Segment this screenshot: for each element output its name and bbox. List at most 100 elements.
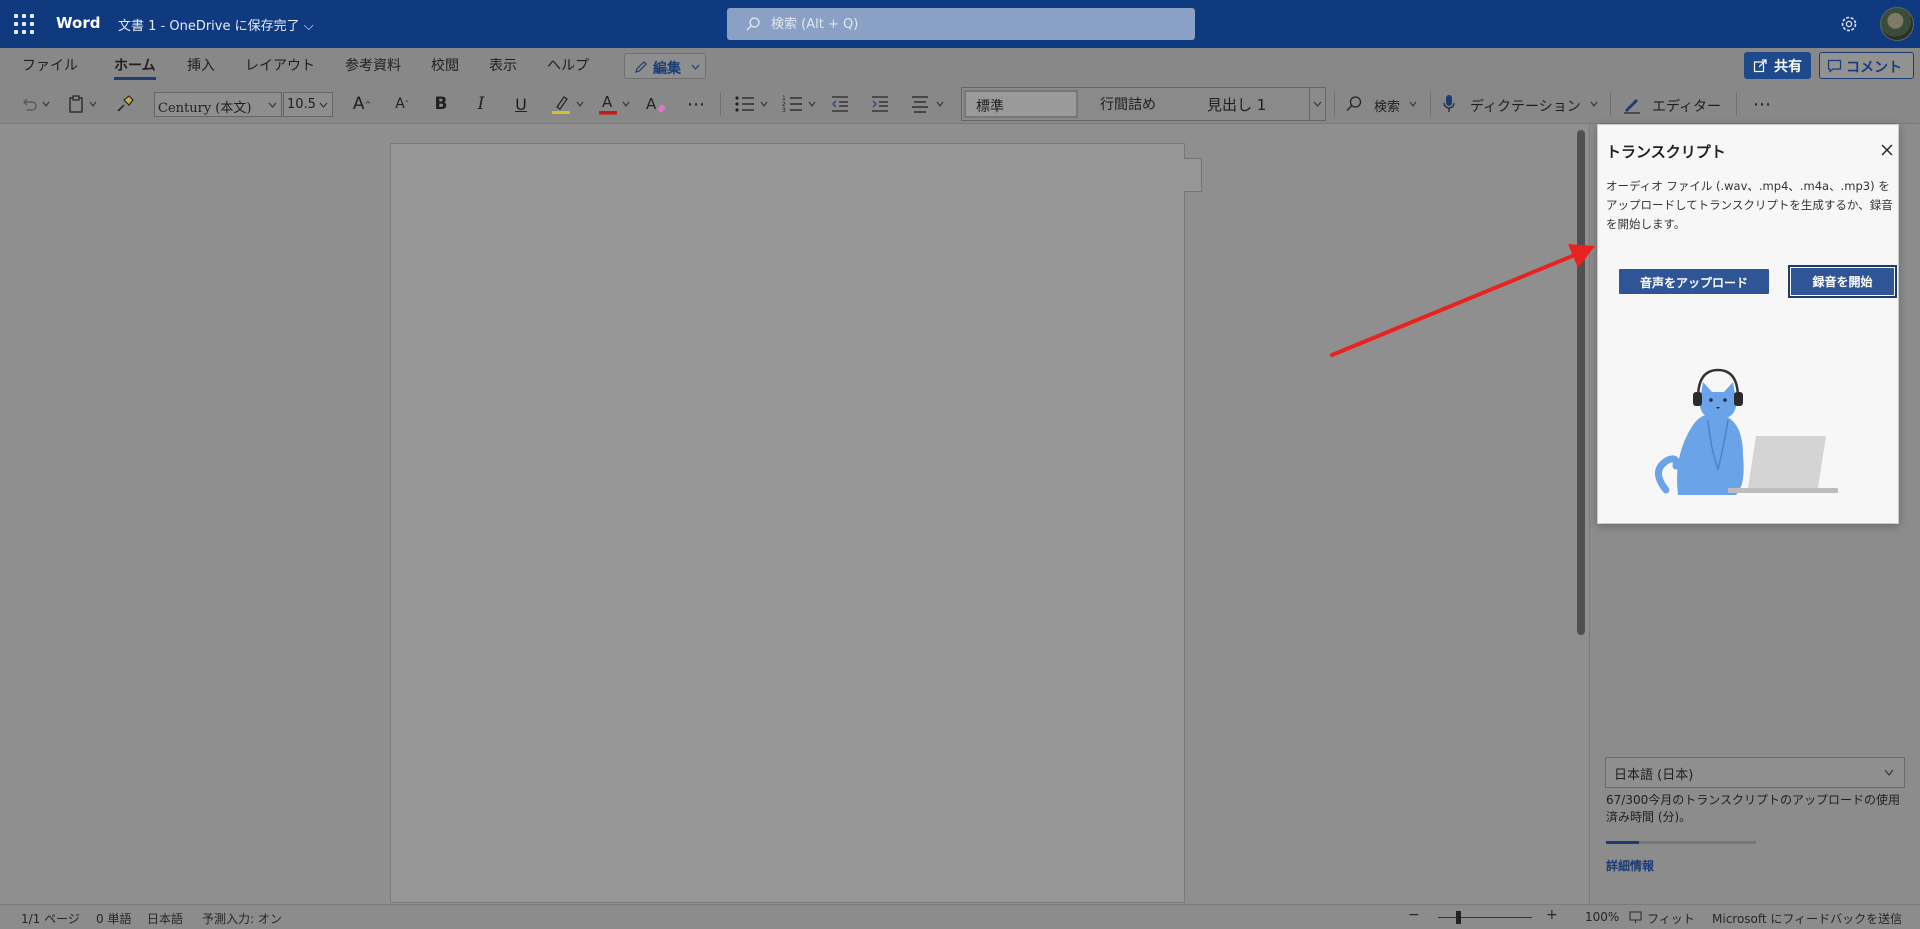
chevron-down-icon [1313,101,1322,107]
usage-progress-fill [1606,841,1640,844]
document-title[interactable]: 文書 1 - OneDrive に保存完了 ⌵ [118,15,314,34]
undo-icon[interactable] [20,95,38,113]
page-side-marker [1184,158,1202,192]
document-page[interactable] [390,143,1185,903]
details-link[interactable]: 詳細情報 [1606,857,1654,874]
bold-icon[interactable]: B [430,84,452,124]
menu-insert[interactable]: 挿入 [187,55,215,75]
zoom-slider[interactable] [1438,917,1532,918]
menu-review[interactable]: 校閲 [431,55,459,75]
shrink-font-icon[interactable]: Aˇ [390,84,414,124]
active-tab-indicator [114,77,156,80]
language-dropdown[interactable]: 日本語 (日本) [1605,757,1905,788]
bullets-icon[interactable] [734,94,756,114]
avatar[interactable] [1880,7,1914,41]
menu-layout[interactable]: レイアウト [245,55,315,75]
word-count: 0 単語 [96,912,132,926]
zoom-out-icon[interactable]: − [1408,907,1420,923]
menu-references[interactable]: 参考資料 [345,55,401,75]
pencil-icon [635,60,648,73]
editor-label: エディター [1652,99,1722,115]
format-painter-icon[interactable] [115,94,135,114]
toolbar-divider [1610,92,1611,116]
chevron-down-icon [319,102,328,108]
fit-button[interactable]: フィット [1647,910,1695,927]
chevron-down-icon [1590,101,1598,107]
paste-dropdown-chevron-icon[interactable] [89,101,97,107]
bullets-dropdown-chevron-icon[interactable] [760,101,768,107]
highlight-dropdown-chevron-icon[interactable] [576,101,584,107]
dictation-button[interactable]: ディクテーション [1442,92,1602,116]
cat-with-headphones-illustration [1655,368,1838,495]
editor-button[interactable]: エディター [1622,92,1722,116]
start-recording-button[interactable]: 録音を開始 [1788,265,1897,298]
chevron-down-icon [1409,101,1417,107]
toolbar-divider [1430,92,1431,116]
search-box[interactable] [727,8,1195,40]
app-name[interactable]: Word [56,14,100,32]
search-input[interactable] [771,14,1171,34]
zoom-in-icon[interactable]: + [1546,907,1558,923]
page-count: 1/1 ページ [21,912,80,926]
share-icon [1753,59,1767,73]
transcript-popup: トランスクリプト オーディオ ファイル (.wav、.mp4、.m4a、.mp3… [1597,124,1899,524]
upload-audio-button[interactable]: 音声をアップロード [1619,269,1769,294]
share-label: 共有 [1774,59,1802,75]
zoom-level[interactable]: 100% [1585,910,1619,924]
share-button[interactable]: 共有 [1744,52,1811,79]
status-bar: 1/1 ページ 0 単語 日本語 予測入力: オン − + 100% フィット … [0,904,1920,929]
highlight-color-icon[interactable] [550,93,572,115]
undo-dropdown-chevron-icon[interactable] [42,101,50,107]
numbering-icon[interactable]: 123 [782,94,804,114]
vertical-scrollbar[interactable] [1577,130,1585,635]
font-color-icon[interactable]: A [597,92,619,116]
font-size-dropdown[interactable]: 10.5 [283,92,333,117]
find-label: 検索 [1374,100,1401,115]
menu-home[interactable]: ホーム [114,55,156,75]
italic-icon[interactable]: I [470,84,492,124]
menu-help[interactable]: ヘルプ [547,55,589,75]
dictation-label: ディクテーション [1470,99,1581,115]
comment-icon [1827,59,1842,73]
zoom-slider-thumb[interactable] [1456,911,1461,924]
underline-icon[interactable]: U [510,84,532,124]
edit-mode-label: 編集 [653,61,681,77]
alignment-dropdown-chevron-icon[interactable] [936,101,944,107]
clear-formatting-icon[interactable]: A [644,93,668,115]
predictive-text-status[interactable]: 予測入力: オン [202,910,282,927]
toolbar-divider [1736,92,1737,116]
font-name-value: Century (本文) [158,101,252,116]
more-font-options-icon[interactable]: ⋯ [684,84,708,124]
menu-file[interactable]: ファイル [22,55,78,75]
style-normal[interactable]: 標準 [964,90,1078,118]
find-button[interactable]: 検索 [1345,92,1421,116]
editor-pen-icon [1624,99,1640,114]
increase-indent-icon[interactable] [870,94,890,114]
more-options-icon[interactable]: ⋯ [1750,84,1774,124]
decrease-indent-icon[interactable] [830,94,850,114]
settings-gear-icon[interactable] [1838,13,1860,35]
status-language[interactable]: 日本語 [147,910,183,927]
font-name-dropdown[interactable]: Century (本文) [154,92,282,117]
clipboard-paste-icon[interactable] [67,94,85,114]
close-icon[interactable] [1880,143,1894,157]
styles-more-button[interactable] [1309,88,1325,120]
chevron-down-icon [691,64,700,70]
grow-font-icon[interactable]: A ^ [350,84,374,124]
style-no-spacing[interactable]: 行間詰め [1090,88,1200,120]
numbering-dropdown-chevron-icon[interactable] [808,101,816,107]
title-bar: Word 文書 1 - OneDrive に保存完了 ⌵ [0,0,1920,48]
svg-text:3: 3 [782,107,786,114]
app-launcher-icon[interactable] [14,14,34,34]
menu-view[interactable]: 表示 [489,55,517,75]
red-annotation-arrow [1330,244,1595,357]
edit-mode-button[interactable]: 編集 [624,53,706,79]
comment-button[interactable]: コメント [1819,52,1914,79]
font-color-dropdown-chevron-icon[interactable] [622,101,630,107]
popup-title: トランスクリプト [1606,143,1726,161]
feedback-link[interactable]: Microsoft にフィードバックを送信 [1712,910,1902,927]
style-heading-1[interactable]: 見出し 1 [1197,88,1307,120]
toolbar-divider [1334,92,1335,116]
svg-text:A: A [646,95,657,113]
paragraph-alignment-icon[interactable] [910,94,930,114]
